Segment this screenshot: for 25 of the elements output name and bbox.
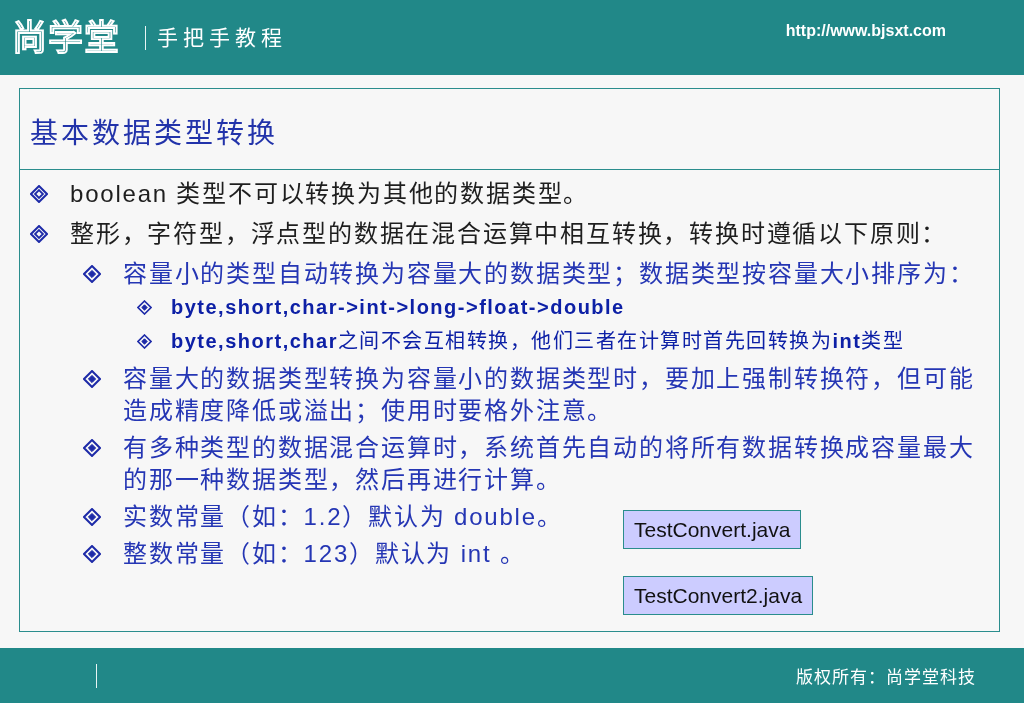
diamond-bullet-icon xyxy=(137,333,152,349)
bullet-text: 容量大的数据类型转换为容量小的数据类型时，要加上强制转换符，但可能造成精度降低或溢出；使用时要格外注意。 xyxy=(123,364,976,426)
website-url: http://www.bjsxt.com xyxy=(785,22,946,40)
bullet-text: byte,short,char之间不会互相转换，他们三者在计算时首先回转换为int类型 xyxy=(171,329,905,354)
diamond-bullet-icon xyxy=(30,225,48,243)
diamond-bullet-icon xyxy=(83,265,101,283)
bullet-text: 整数常量（如：123）默认为 int 。 xyxy=(123,539,526,569)
copyright-text: 版权所有：尚学堂科技 xyxy=(796,667,976,688)
file-link-button[interactable]: TestConvert.java xyxy=(623,510,802,549)
diamond-bullet-icon xyxy=(30,185,48,203)
file-link-button[interactable]: TestConvert2.java xyxy=(623,576,814,615)
bullet-text: 整形，字符型，浮点型的数据在混合运算中相互转换，转换时遵循以下原则： xyxy=(70,219,948,249)
diamond-bullet-icon xyxy=(83,370,101,388)
diamond-bullet-icon xyxy=(83,508,101,526)
diamond-bullet-icon xyxy=(137,299,152,315)
bullet-text: 容量小的类型自动转换为容量大的数据类型；数据类型按容量大小排序为： xyxy=(123,259,975,289)
bullet-text: boolean 类型不可以转换为其他的数据类型。 xyxy=(70,179,590,209)
bullet-text: 有多种类型的数据混合运算时，系统首先自动的将所有数据转换成容量最大的那一种数据类型，然后再进行计算。 xyxy=(123,433,976,495)
diamond-bullet-icon xyxy=(83,545,101,563)
bullet-text: 实数常量（如：1.2）默认为 double。 xyxy=(123,502,563,532)
diamond-bullet-icon xyxy=(83,439,101,457)
slide-title: 基本数据类型转换 xyxy=(30,117,278,151)
header-subtitle: 手把手教程 xyxy=(157,24,287,51)
bullet-text: byte,short,char->int->long->float->double xyxy=(171,295,625,320)
logo: 尚学堂 xyxy=(12,17,120,58)
